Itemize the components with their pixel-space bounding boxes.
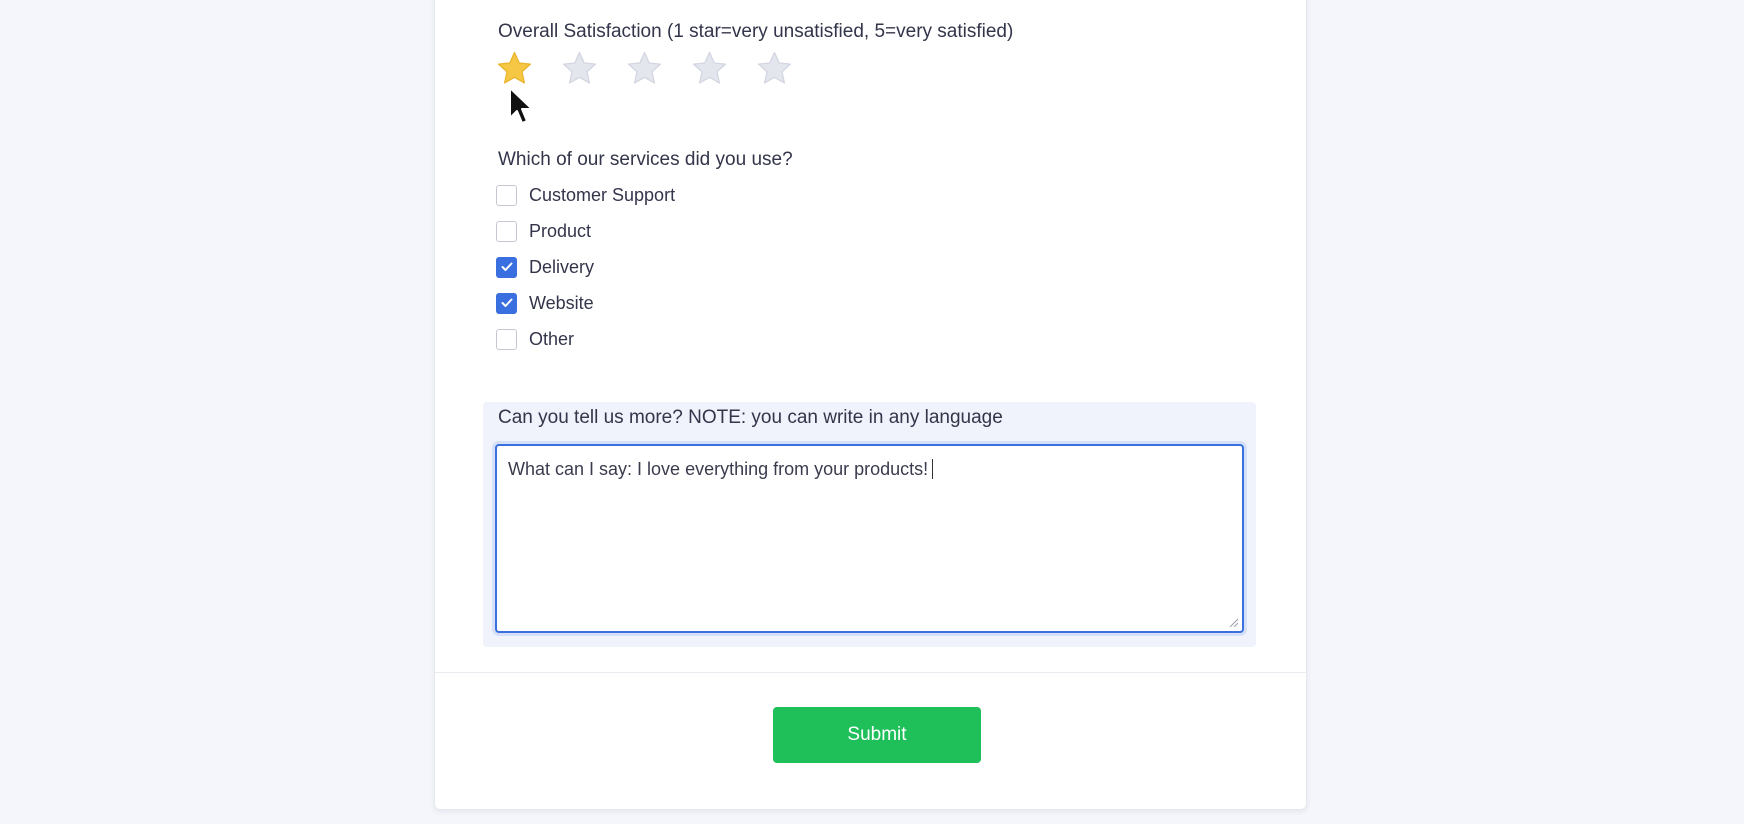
comment-question: Can you tell us more? NOTE: you can writ…	[498, 407, 1003, 428]
divider	[435, 672, 1306, 673]
star-icon[interactable]	[495, 49, 534, 88]
submit-button[interactable]: Submit	[773, 707, 981, 763]
star-icon[interactable]	[755, 49, 794, 88]
star-rating[interactable]	[495, 49, 794, 88]
service-option-label: Website	[529, 292, 594, 313]
checkbox[interactable]	[496, 328, 517, 350]
comment-text: What can I say: I love everything from y…	[508, 459, 929, 479]
service-option[interactable]: Product	[496, 213, 675, 249]
resize-handle-icon[interactable]	[1228, 617, 1238, 627]
text-caret	[932, 459, 934, 479]
services-question: Which of our services did you use?	[498, 149, 793, 170]
star-icon[interactable]	[625, 49, 664, 88]
checkbox[interactable]	[496, 256, 517, 278]
service-option[interactable]: Customer Support	[496, 177, 675, 213]
star-icon[interactable]	[560, 49, 599, 88]
checkbox[interactable]	[496, 220, 517, 242]
comment-textarea[interactable]: What can I say: I love everything from y…	[495, 444, 1244, 633]
checkmark-icon	[501, 298, 512, 307]
checkmark-icon	[501, 262, 512, 271]
service-option-label: Customer Support	[529, 184, 676, 205]
comment-panel: Can you tell us more? NOTE: you can writ…	[483, 402, 1256, 647]
service-option-label: Product	[529, 220, 592, 241]
services-checkbox-group: Customer Support Product Delivery Website Ot…	[496, 177, 675, 357]
checkbox[interactable]	[496, 292, 517, 314]
checkbox[interactable]	[496, 184, 517, 206]
service-option[interactable]: Delivery	[496, 249, 675, 285]
service-option-label: Other	[529, 328, 575, 349]
service-option[interactable]: Other	[496, 321, 675, 357]
service-option-label: Delivery	[529, 256, 595, 277]
mouse-pointer-icon	[509, 87, 533, 124]
star-icon[interactable]	[690, 49, 729, 88]
service-option[interactable]: Website	[496, 285, 675, 321]
survey-card: Overall Satisfaction (1 star=very unsati…	[434, 0, 1307, 810]
rating-question: Overall Satisfaction (1 star=very unsati…	[498, 21, 1014, 42]
